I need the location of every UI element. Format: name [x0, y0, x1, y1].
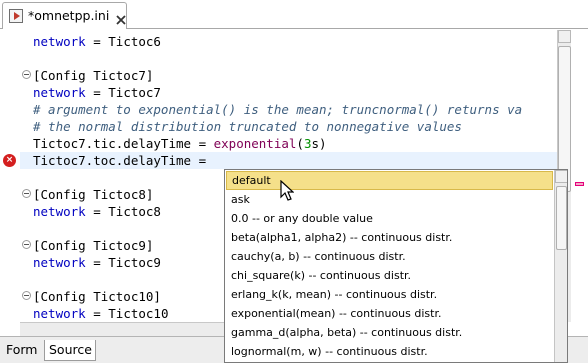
code-line[interactable]: network = Tictoc7 — [33, 84, 161, 101]
proposal-scrollbar[interactable] — [554, 170, 567, 362]
code-line[interactable]: # the normal distribution truncated to n… — [33, 118, 462, 135]
proposal-item[interactable]: chi_square(k) -- continuous distr. — [226, 266, 553, 285]
code-line[interactable]: [Config Tictoc8] — [33, 186, 153, 203]
proposal-item[interactable]: ask — [226, 190, 553, 209]
code-token: Tictoc7.toc.delayTime = — [33, 153, 214, 168]
code-line[interactable]: network = Tictoc8 — [33, 203, 161, 220]
editor-tab-omnetpp-ini[interactable]: *omnetpp.ini — [2, 2, 127, 29]
error-ruler-marker[interactable] — [575, 182, 584, 186]
scroll-up-button[interactable] — [555, 170, 567, 183]
tab-form[interactable]: Form — [2, 340, 44, 361]
code-token: = Tictoc9 — [85, 255, 161, 270]
editor-tab-title: *omnetpp.ini — [28, 8, 110, 23]
proposal-item[interactable]: gamma_d(alpha, beta) -- continuous distr… — [226, 323, 553, 342]
fold-toggle-icon[interactable] — [22, 240, 31, 249]
code-token: # the normal distribution truncated to n… — [33, 119, 462, 134]
code-token: # argument to exponential() is the mean;… — [33, 102, 523, 117]
proposal-item[interactable]: exponential(mean) -- continuous distr. — [226, 304, 553, 323]
proposal-item[interactable]: default — [226, 171, 553, 190]
code-token: = Tictoc10 — [85, 306, 169, 321]
code-token: [Config Tictoc10] — [33, 289, 161, 304]
code-token: = Tictoc7 — [85, 85, 161, 100]
code-token: network — [33, 204, 86, 219]
code-line[interactable]: [Config Tictoc10] — [33, 288, 161, 305]
editor-tab-bar: *omnetpp.ini — [0, 0, 588, 32]
code-line[interactable]: network = Tictoc10 — [33, 305, 168, 322]
code-line[interactable]: Tictoc7.toc.delayTime = — [33, 152, 214, 169]
scroll-thumb[interactable] — [556, 186, 567, 250]
proposal-item[interactable]: erlang_k(k, mean) -- continuous distr. — [226, 285, 553, 304]
code-token: exponential — [213, 136, 297, 151]
proposal-item[interactable]: cauchy(a, b) -- continuous distr. — [226, 247, 553, 266]
overview-ruler[interactable] — [571, 30, 588, 322]
code-line[interactable]: # argument to exponential() is the mean;… — [33, 101, 522, 118]
code-token: network — [33, 255, 86, 270]
code-token: [Config Tictoc8] — [33, 187, 154, 202]
fold-toggle-icon[interactable] — [22, 189, 31, 198]
tab-source[interactable]: Source — [44, 340, 96, 361]
proposal-item[interactable]: beta(alpha1, alpha2) -- continuous distr… — [226, 228, 553, 247]
fold-toggle-icon[interactable] — [22, 291, 31, 300]
fold-toggle-icon[interactable] — [22, 70, 31, 79]
content-assist-popup[interactable]: default ask 0.0 -- or any double value beta… — [224, 169, 568, 363]
code-line[interactable]: [Config Tictoc7] — [33, 67, 153, 84]
ini-file-icon — [9, 9, 23, 23]
code-token: = Tictoc8 — [85, 204, 161, 219]
code-token: Tictoc7.tic.delayTime = — [33, 136, 214, 151]
code-token: network — [33, 306, 86, 321]
code-line[interactable]: network = Tictoc9 — [33, 254, 161, 271]
editor-gutter — [0, 30, 20, 322]
code-token: [Config Tictoc9] — [33, 238, 154, 253]
code-token: network — [33, 85, 86, 100]
proposal-item[interactable]: lognormal(m, w) -- continuous distr. — [226, 342, 553, 361]
code-line[interactable]: network = Tictoc6 — [33, 33, 161, 50]
mouse-pointer-icon — [280, 180, 294, 201]
code-token: [Config Tictoc7] — [33, 68, 154, 83]
code-token: s) — [311, 136, 327, 151]
scroll-up-button[interactable] — [558, 30, 571, 43]
close-icon[interactable] — [116, 10, 126, 25]
proposal-item[interactable]: 0.0 -- or any double value — [226, 209, 553, 228]
code-token: network — [33, 34, 86, 49]
code-token: = Tictoc6 — [85, 34, 161, 49]
error-marker-icon[interactable]: × — [3, 154, 16, 167]
code-token: ( — [296, 136, 304, 151]
code-line[interactable]: [Config Tictoc9] — [33, 237, 153, 254]
code-line[interactable]: Tictoc7.tic.delayTime = exponential(3s) — [33, 135, 327, 152]
